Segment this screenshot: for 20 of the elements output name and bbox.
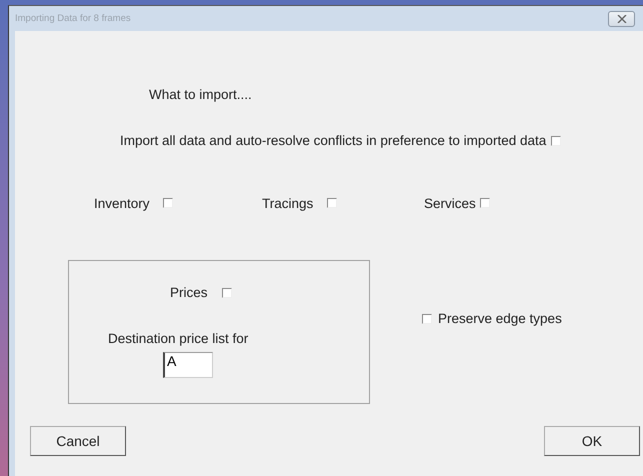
window-title: Importing Data for 8 frames [15,13,131,24]
checkbox[interactable] [222,288,232,298]
cancel-button[interactable]: Cancel [30,426,126,456]
option-label: Import all data and auto-resolve conflicts in preference to imported data [120,133,546,148]
input-field[interactable]: A [163,352,213,378]
ok-button[interactable]: OK [544,426,640,456]
checkbox[interactable] [551,136,562,146]
checkbox[interactable] [422,314,432,324]
checkbox[interactable] [162,198,173,208]
option-label: Inventory [94,196,150,210]
checkbox[interactable] [327,198,338,208]
field-label: Destination price list for [107,330,248,346]
close-button[interactable] [608,10,635,26]
option-label: Services [424,196,476,210]
checkbox[interactable] [480,198,490,208]
option-label: Prices [170,285,208,300]
close-icon [616,14,626,22]
section-heading: What to import.... [148,86,253,104]
option-label: Tracings [262,196,314,210]
option-label: Preserve edge types [438,311,562,326]
